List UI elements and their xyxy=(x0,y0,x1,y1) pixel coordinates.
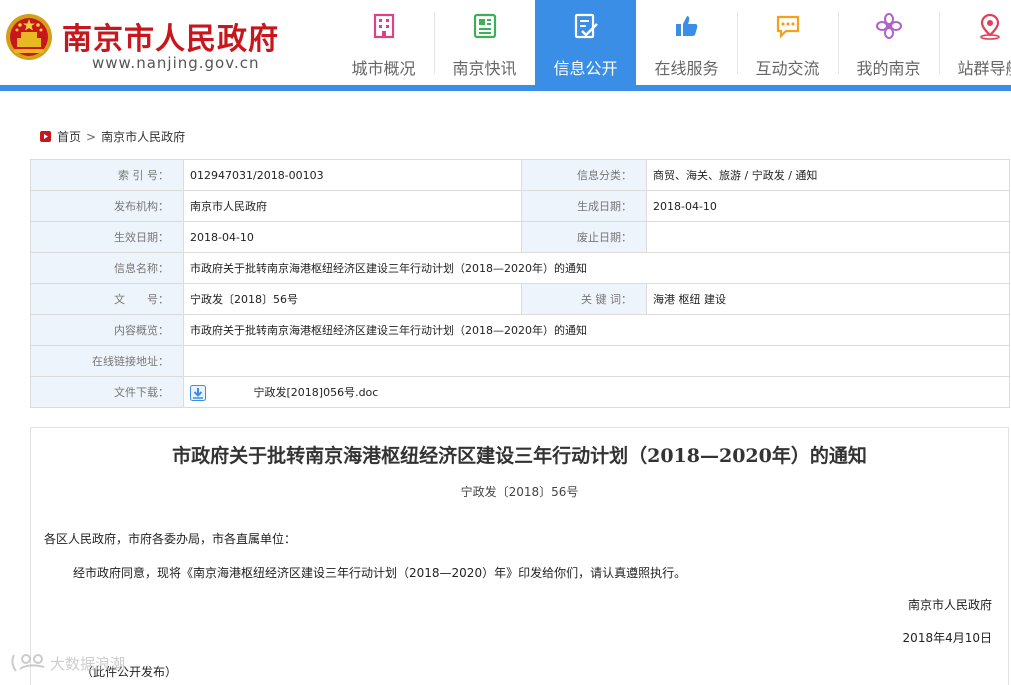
nav-label: 信息公开 xyxy=(553,59,618,78)
category-label: 信息分类： xyxy=(521,159,647,191)
info-row: 发布机构： 南京市人民政府 生成日期： 2018-04-10 xyxy=(30,190,1010,222)
nav-item-city-overview[interactable]: 城市概况 xyxy=(333,0,434,85)
chat-icon xyxy=(776,15,799,39)
document-edit-icon xyxy=(574,13,598,39)
info-name-value: 市政府关于批转南京海港枢纽经济区建设三年行动计划（2018—2020年）的通知 xyxy=(183,252,1010,284)
article-panel: 市政府关于批转南京海港枢纽经济区建设三年行动计划（2018—2020年）的通知 … xyxy=(30,427,1009,685)
info-row: 在线链接地址： xyxy=(30,345,1010,377)
document-info-table: 索 引 号： 012947031/2018-00103 信息分类： 商贸、海关、… xyxy=(30,159,1010,408)
created-date-value: 2018-04-10 xyxy=(646,190,1010,222)
article-date: 2018年4月10日 xyxy=(902,631,992,645)
nav-item-nanjing-news[interactable]: 南京快讯 xyxy=(434,0,535,85)
breadcrumb-current-link[interactable]: 南京市人民政府 xyxy=(101,128,185,145)
article-body: 经市政府同意，现将《南京海港枢纽经济区建设三年行动计划（2018—2020）年》… xyxy=(73,566,687,580)
category-value: 商贸、海关、旅游 / 宁政发 / 通知 xyxy=(646,159,1010,191)
nav-item-online-service[interactable]: 在线服务 xyxy=(636,0,737,85)
watermark: 大数据浪潮 xyxy=(8,651,125,675)
index-label: 索 引 号： xyxy=(30,159,184,191)
publisher-label: 发布机构： xyxy=(30,190,184,222)
site-header: 南京市人民政府 www.nanjing.gov.cn 城市概况 南京快讯 信息公… xyxy=(0,0,1011,88)
summary-value: 市政府关于批转南京海港枢纽经济区建设三年行动计划（2018—2020年）的通知 xyxy=(183,314,1010,346)
nav-item-interaction[interactable]: 互动交流 xyxy=(737,0,838,85)
effective-date-label: 生效日期： xyxy=(30,221,184,253)
doc-number-label: 文 号： xyxy=(30,283,184,315)
nav-label: 南京快讯 xyxy=(452,59,517,78)
home-icon xyxy=(40,131,51,142)
article-signature: 南京市人民政府 xyxy=(907,598,992,612)
abolished-date-value xyxy=(646,221,1010,253)
site-title[interactable]: 南京市人民政府 xyxy=(62,14,279,58)
info-name-label: 信息名称： xyxy=(30,252,184,284)
created-date-label: 生成日期： xyxy=(521,190,647,222)
breadcrumb-separator: > xyxy=(86,129,97,144)
map-pin-icon xyxy=(979,13,1000,40)
article-doc-number: 宁政发〔2018〕56号 xyxy=(460,485,579,499)
doc-number-value: 宁政发〔2018〕56号 xyxy=(183,283,522,315)
nav-label: 站群导航 xyxy=(957,59,1011,78)
breadcrumb-home-link[interactable]: 首页 xyxy=(57,128,81,145)
nav-item-site-navigation[interactable]: 站群导航 xyxy=(939,0,1011,85)
article-title: 市政府关于批转南京海港枢纽经济区建设三年行动计划（2018—2020年）的通知 xyxy=(172,445,867,467)
nav-label: 城市概况 xyxy=(351,59,416,78)
info-row: 信息名称： 市政府关于批转南京海港枢纽经济区建设三年行动计划（2018—2020… xyxy=(30,252,1010,284)
site-url[interactable]: www.nanjing.gov.cn xyxy=(92,54,259,72)
info-row: 生效日期： 2018-04-10 废止日期： xyxy=(30,221,1010,253)
publisher-value: 南京市人民政府 xyxy=(183,190,522,222)
national-emblem-icon[interactable] xyxy=(4,12,54,62)
online-link-value xyxy=(183,345,1010,377)
flower-icon xyxy=(875,13,902,39)
abolished-date-label: 废止日期： xyxy=(521,221,647,253)
online-link-label: 在线链接地址： xyxy=(30,345,184,377)
info-row: 内容概览： 市政府关于批转南京海港枢纽经济区建设三年行动计划（2018—2020… xyxy=(30,314,1010,346)
watermark-text: 大数据浪潮 xyxy=(50,654,126,673)
building-icon xyxy=(373,13,394,39)
watermark-logo-icon xyxy=(11,654,45,672)
nav-item-info-disclosure[interactable]: 信息公开 xyxy=(535,0,636,85)
info-row: 文 号： 宁政发〔2018〕56号 关 键 词： 海港 枢纽 建设 xyxy=(30,283,1010,315)
main-nav: 城市概况 南京快讯 信息公开 在线服务 互动交流 我的南京 站群导 xyxy=(333,0,1011,85)
info-row: 文件下载： 宁政发[2018]056号.doc xyxy=(30,376,1010,408)
newspaper-icon xyxy=(473,13,496,39)
breadcrumb: 首页 > 南京市人民政府 xyxy=(40,128,185,145)
info-row: 索 引 号： 012947031/2018-00103 信息分类： 商贸、海关、… xyxy=(30,159,1010,191)
download-icon[interactable] xyxy=(190,384,206,401)
keywords-label: 关 键 词： xyxy=(521,283,647,315)
download-label: 文件下载： xyxy=(30,376,184,408)
keywords-value: 海港 枢纽 建设 xyxy=(646,283,1010,315)
nav-label: 互动交流 xyxy=(755,59,820,78)
effective-date-value: 2018-04-10 xyxy=(183,221,522,253)
thumbs-up-icon xyxy=(675,16,697,36)
download-file-link[interactable]: 宁政发[2018]056号.doc xyxy=(254,386,379,399)
summary-label: 内容概览： xyxy=(30,314,184,346)
download-cell: 宁政发[2018]056号.doc xyxy=(183,376,1010,408)
nav-label: 我的南京 xyxy=(856,59,921,78)
nav-label: 在线服务 xyxy=(654,59,719,78)
index-value: 012947031/2018-00103 xyxy=(183,159,522,191)
nav-item-my-nanjing[interactable]: 我的南京 xyxy=(838,0,939,85)
header-accent-bar xyxy=(0,85,1011,91)
article-addressee: 各区人民政府，市府各委办局，市各直属单位： xyxy=(44,532,297,546)
